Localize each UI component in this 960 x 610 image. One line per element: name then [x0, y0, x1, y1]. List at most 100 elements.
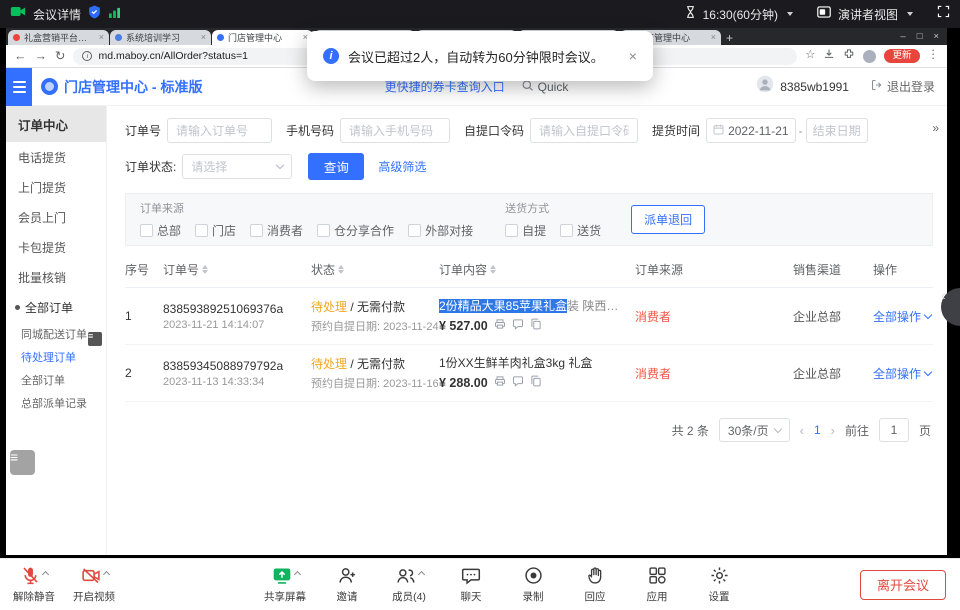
bookmark-star-icon[interactable]	[805, 50, 815, 62]
members-options-icon[interactable]	[418, 571, 425, 578]
checkbox-icon[interactable]	[317, 224, 330, 237]
prev-page-icon[interactable]	[800, 424, 804, 437]
copy-icon[interactable]	[530, 374, 542, 392]
checkbox-icon[interactable]	[250, 224, 263, 237]
order-id[interactable]: 83859389251069376a	[163, 302, 311, 316]
site-info-icon[interactable]: i	[82, 51, 92, 61]
page-size-select[interactable]: 30条/页	[719, 418, 790, 442]
checkbox-external[interactable]: 外部对接	[408, 222, 473, 239]
settings-button[interactable]: 设置	[697, 565, 741, 604]
extensions-icon[interactable]	[843, 48, 855, 64]
sidebar-item-phone-pickup[interactable]: 电话提货	[6, 142, 106, 172]
forward-icon[interactable]	[35, 50, 48, 63]
checkbox-delivery[interactable]: 送货	[560, 222, 601, 239]
search-button[interactable]: 查询	[308, 153, 364, 180]
all-actions-dropdown[interactable]: 全部操作	[873, 365, 933, 382]
view-mode-dropdown-icon[interactable]	[907, 12, 913, 16]
checkbox-icon[interactable]	[560, 224, 573, 237]
browser-update-button[interactable]: 更新	[884, 49, 919, 63]
new-tab-button[interactable]	[726, 32, 733, 44]
back-icon[interactable]	[14, 50, 27, 63]
user-avatar[interactable]	[756, 75, 774, 98]
print-icon[interactable]	[494, 317, 506, 335]
sort-icon[interactable]	[202, 265, 208, 274]
browser-tab[interactable]: 礼盒营销平台管理中心	[8, 30, 109, 45]
table-row[interactable]: 2 83859345088979792a 2023-11-13 14:33:34…	[125, 345, 933, 402]
close-icon[interactable]	[933, 32, 939, 42]
chat-button[interactable]: 聊天	[449, 565, 493, 604]
start-date-picker[interactable]: 2022-11-21	[706, 118, 796, 143]
print-icon[interactable]	[494, 374, 506, 392]
col-content[interactable]: 订单内容	[439, 261, 635, 278]
message-icon[interactable]	[512, 374, 524, 392]
current-page[interactable]: 1	[814, 423, 821, 437]
view-mode-label[interactable]: 演讲者视图	[838, 6, 898, 23]
checkbox-consumer[interactable]: 消费者	[250, 222, 303, 239]
product-name-selected[interactable]: 2份精品大果85苹果礼盒	[439, 299, 567, 313]
logout-button[interactable]: 退出登录	[871, 78, 935, 95]
col-status[interactable]: 状态	[311, 261, 439, 278]
order-id[interactable]: 83859345088979792a	[163, 359, 311, 373]
copy-icon[interactable]	[530, 317, 542, 335]
sidebar-toggle-button[interactable]	[6, 68, 32, 106]
order-status-select[interactable]: 请选择	[182, 154, 292, 179]
table-row[interactable]: 1 83859389251069376a 2023-11-21 14:14:07…	[125, 288, 933, 345]
leave-meeting-button[interactable]: 离开会议	[860, 570, 946, 600]
invite-button[interactable]: 邀请	[325, 565, 369, 604]
sidebar-item-batch-verify[interactable]: 批量核销	[6, 262, 106, 292]
col-order-no[interactable]: 订单号	[163, 261, 311, 278]
sidebar-sub-all-orders[interactable]: 全部订单	[6, 368, 106, 391]
all-actions-dropdown[interactable]: 全部操作	[873, 308, 933, 325]
tab-close-icon[interactable]	[201, 33, 206, 42]
toast-close-icon[interactable]	[629, 49, 637, 63]
share-screen-button[interactable]: 共享屏幕	[263, 565, 307, 604]
browser-tab-active[interactable]: 门店管理中心	[212, 30, 313, 45]
sidebar-item-door-pickup[interactable]: 上门提货	[6, 172, 106, 202]
goto-page-input[interactable]	[879, 418, 909, 442]
meeting-timer[interactable]: 16:30(60分钟)	[703, 6, 778, 23]
pickup-code-input[interactable]	[530, 118, 638, 143]
checkbox-self-pickup[interactable]: 自提	[505, 222, 546, 239]
advanced-filter-link[interactable]: 高级筛选	[378, 158, 426, 175]
sidebar-section-order-center[interactable]: 订单中心	[6, 106, 106, 142]
checkbox-icon[interactable]	[195, 224, 208, 237]
tab-close-icon[interactable]	[99, 33, 104, 42]
mic-options-icon[interactable]	[42, 571, 49, 578]
sidebar-sub-hq-dispatch-log[interactable]: 总部派单记录	[6, 391, 106, 414]
next-page-icon[interactable]	[831, 424, 835, 437]
username[interactable]: 8385wb1991	[780, 80, 849, 94]
browser-menu-icon[interactable]	[928, 50, 940, 62]
phone-input[interactable]	[340, 118, 450, 143]
order-no-input[interactable]	[167, 118, 272, 143]
checkbox-icon[interactable]	[505, 224, 518, 237]
record-button[interactable]: 录制	[511, 565, 555, 604]
sidebar-item-member-visit[interactable]: 会员上门	[6, 202, 106, 232]
timer-dropdown-icon[interactable]	[787, 12, 793, 16]
camera-options-icon[interactable]	[102, 571, 109, 578]
sort-icon[interactable]	[490, 265, 496, 274]
reactions-button[interactable]: 回应	[573, 565, 617, 604]
security-shield-icon[interactable]	[88, 5, 101, 24]
unmute-button[interactable]: 解除静音	[12, 565, 56, 604]
floating-menu-button[interactable]	[10, 450, 35, 475]
maximize-icon[interactable]	[917, 32, 923, 42]
tab-close-icon[interactable]	[711, 33, 716, 42]
checkbox-icon[interactable]	[140, 224, 153, 237]
checkbox-hq[interactable]: 总部	[140, 222, 181, 239]
sort-icon[interactable]	[338, 265, 344, 274]
share-options-icon[interactable]	[293, 571, 300, 578]
end-date-picker[interactable]: 结束日期	[806, 118, 868, 143]
collapse-panel-icon[interactable]	[932, 122, 939, 134]
checkbox-warehouse-coop[interactable]: 仓分享合作	[317, 222, 394, 239]
minimize-icon[interactable]	[900, 32, 905, 42]
dispatch-return-button[interactable]: 派单退回	[631, 205, 705, 234]
meeting-details-button[interactable]: 会议详情	[33, 6, 81, 23]
fullscreen-icon[interactable]	[937, 5, 950, 23]
message-icon[interactable]	[512, 317, 524, 335]
sidebar-item-card-pickup[interactable]: 卡包提货	[6, 232, 106, 262]
apps-button[interactable]: 应用	[635, 565, 679, 604]
members-button[interactable]: 成员(4)	[387, 565, 431, 604]
sidebar-sub-pending-orders[interactable]: 待处理订单	[6, 345, 106, 368]
start-video-button[interactable]: 开启视频	[72, 565, 116, 604]
sidebar-group-all-orders[interactable]: 全部订单	[6, 292, 106, 322]
